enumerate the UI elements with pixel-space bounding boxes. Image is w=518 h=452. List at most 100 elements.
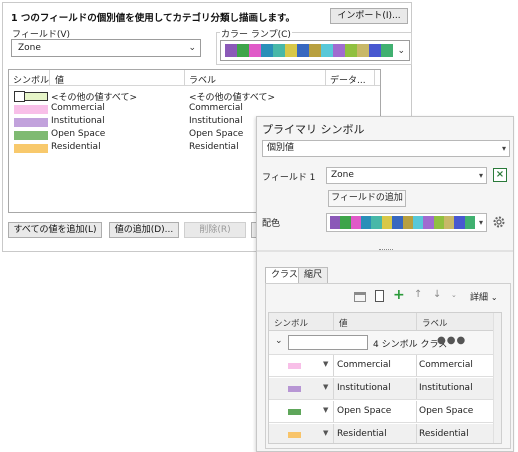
sort-icon[interactable]: ⌄: [451, 291, 457, 299]
row-label: Open Space: [419, 406, 474, 416]
table-icon[interactable]: [354, 292, 366, 302]
row-value: Commercial: [337, 360, 391, 370]
row-value: Commercial: [51, 103, 105, 113]
classes-table[interactable]: シンボル 値 ラベル ⌄ 4 シンボル クラス ●●● ▼ Commercial C…: [268, 312, 502, 444]
chevron-down-icon: ▾: [501, 144, 506, 153]
excel-icon[interactable]: ×: [493, 168, 507, 182]
scrollbar[interactable]: [493, 313, 501, 443]
arrow-down-icon[interactable]: ↓: [433, 289, 441, 300]
symbol-swatch[interactable]: [14, 105, 48, 114]
method-select-value: 個別値: [267, 143, 295, 153]
row-label: Commercial: [419, 360, 473, 370]
splitter-grip: [379, 249, 393, 252]
row-label: Residential: [419, 429, 469, 439]
ramp-color-stop: [249, 44, 261, 57]
table-row[interactable]: ▼ Institutional Institutional: [269, 378, 501, 400]
symbol-dropdown-icon[interactable]: ▼: [323, 383, 328, 391]
gear-icon[interactable]: [492, 215, 506, 229]
column-label: ラベル: [189, 76, 217, 86]
color-scheme-swatch: [330, 216, 476, 229]
checkbox[interactable]: [14, 91, 25, 102]
symbol-swatch[interactable]: [288, 409, 301, 415]
row-label: Commercial: [189, 103, 243, 113]
symbol-swatch[interactable]: [288, 432, 301, 438]
ramp-color-stop: [345, 44, 357, 57]
row-label: Institutional: [189, 116, 243, 126]
add-values-button[interactable]: 値の追加(D)...: [109, 222, 179, 238]
row-label: Institutional: [419, 383, 473, 393]
row-value: Institutional: [51, 116, 105, 126]
pane-title: プライマリ シンボル: [262, 123, 365, 136]
import-values-icon[interactable]: [375, 290, 384, 302]
plus-icon[interactable]: +: [393, 287, 405, 303]
group-row[interactable]: ⌄ 4 シンボル クラス ●●●: [269, 331, 501, 355]
ramp-color-stop: [412, 216, 424, 229]
ramp-color-stop: [423, 216, 434, 229]
arrow-up-icon[interactable]: ↑: [414, 289, 422, 300]
symbol-dropdown-icon[interactable]: ▼: [323, 406, 328, 414]
column-label: ラベル: [422, 319, 448, 329]
ramp-color-stop: [369, 44, 381, 57]
table-row[interactable]: ▼ Commercial Commercial: [269, 355, 501, 377]
color-scheme-label: 配色: [262, 219, 281, 229]
ramp-color-stop: [443, 216, 455, 229]
symbol-swatch[interactable]: [14, 118, 48, 127]
symbol-swatch[interactable]: [288, 386, 301, 392]
values-list-header: シンボル 値 ラベル データ...: [9, 70, 380, 86]
row-value: Open Space: [51, 129, 106, 139]
symbology-pane: プライマリ シンボル 個別値 ▾ フィールド 1 Zone ▾ × フィールドの…: [256, 116, 514, 452]
field1-label: フィールド 1: [262, 173, 316, 183]
table-row[interactable]: ▼ Residential Residential: [269, 424, 501, 443]
color-scheme-select[interactable]: ▾: [326, 213, 487, 232]
row-label: Open Space: [189, 129, 244, 139]
add-all-values-button[interactable]: すべての値を追加(L): [8, 222, 102, 238]
column-count: データ...: [330, 76, 366, 86]
ramp-color-stop: [361, 216, 372, 229]
column-value: 値: [339, 319, 348, 329]
ramp-color-stop: [273, 44, 285, 57]
add-field-button[interactable]: フィールドの追加: [328, 190, 406, 207]
ramp-color-stop: [402, 216, 413, 229]
ramp-color-stop: [333, 44, 345, 57]
ramp-color-stop: [381, 216, 393, 229]
color-ramp-select[interactable]: ⌄: [220, 40, 410, 61]
method-select[interactable]: 個別値 ▾: [262, 140, 510, 157]
remove-button[interactable]: 削除(R): [184, 222, 246, 238]
list-item[interactable]: Commercial Commercial: [9, 103, 380, 116]
ramp-color-stop: [297, 44, 309, 57]
more-menu[interactable]: 詳細 ⌄: [470, 290, 498, 303]
field1-select[interactable]: Zone ▾: [326, 167, 487, 184]
field-select[interactable]: Zone ⌄: [11, 39, 201, 57]
classes-table-header: シンボル 値 ラベル: [269, 313, 501, 331]
chevron-down-icon: ⌄: [188, 43, 196, 53]
symbol-swatch[interactable]: [288, 363, 301, 369]
tab-scale[interactable]: 縮尺: [298, 267, 329, 284]
column-value: 値: [55, 76, 65, 86]
import-button[interactable]: インポート(I)...: [330, 8, 408, 24]
expand-icon[interactable]: ⌄: [275, 336, 283, 346]
symbol-dropdown-icon[interactable]: ▼: [323, 429, 328, 437]
ramp-color-stop: [309, 44, 321, 57]
color-ramp-swatch: [225, 44, 393, 57]
ramp-color-stop: [321, 44, 333, 57]
symbol-swatch[interactable]: [14, 144, 48, 153]
ramp-color-stop: [237, 44, 249, 57]
ramp-color-stop: [371, 216, 382, 229]
row-value: Institutional: [337, 383, 391, 393]
ellipsis-icon[interactable]: ●●●: [437, 335, 466, 346]
symbol-dropdown-icon[interactable]: ▼: [323, 360, 328, 368]
table-row[interactable]: ▼ Open Space Open Space: [269, 401, 501, 423]
row-label: Residential: [189, 142, 239, 152]
more-label: 詳細: [470, 293, 489, 303]
ramp-color-stop: [340, 216, 351, 229]
ramp-color-stop: [225, 44, 237, 57]
chevron-down-icon: ⌄: [490, 293, 498, 302]
row-value: <その他の値すべて>: [51, 93, 138, 103]
group-heading-input[interactable]: [288, 335, 368, 350]
row-value: Open Space: [337, 406, 392, 416]
symbol-swatch[interactable]: [14, 131, 48, 140]
list-item[interactable]: <その他の値すべて> <その他の値すべて>: [9, 90, 380, 103]
ramp-color-stop: [285, 44, 297, 57]
column-symbol: シンボル: [274, 319, 309, 329]
chevron-down-icon: ▾: [478, 171, 483, 180]
